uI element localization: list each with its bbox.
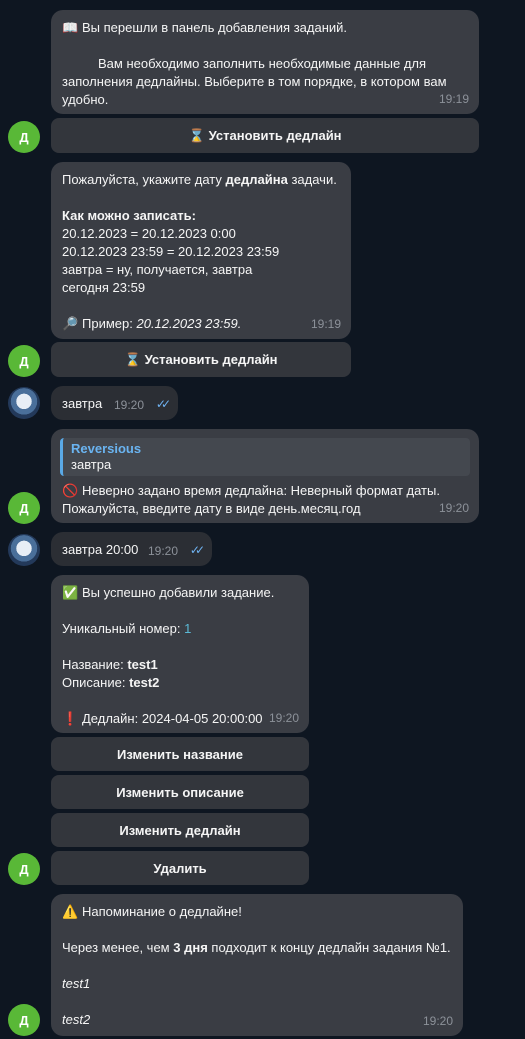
message-line: Пожалуйста, введите дату в виде день.мес… <box>62 501 361 516</box>
task-id-value[interactable]: 1 <box>184 621 191 636</box>
message-line: ⚠️ Напоминание о дедлайне! <box>62 904 242 919</box>
message-line: Через менее, чем 3 дня подходит к концу … <box>62 940 451 955</box>
message-line: Пожалуйста, укажите дату дедлайна задачи… <box>62 172 337 187</box>
message-line: заполнения дедлайны. Выберите в том поря… <box>62 74 447 89</box>
user-avatar[interactable] <box>8 387 40 419</box>
message-heading: Как можно записать: <box>62 208 196 223</box>
message-line: ✅ Вы успешно добавили задание. <box>62 585 275 600</box>
bot-message-error: Reversious завтра 🚫 Неверно задано время … <box>51 429 479 523</box>
message-line: 📖 Вы перешли в панель добавления заданий. <box>62 20 348 35</box>
button-label: Установить дедлайн <box>144 352 278 367</box>
message-line: 20.12.2023 = 20.12.2023 0:00 <box>62 226 236 241</box>
message-line: 🚫 Неверно задано время дедлайна: Неверный… <box>62 483 440 498</box>
message-time: 19:20 <box>268 711 299 725</box>
avatar-letter: Д <box>19 500 29 516</box>
avatar-letter: Д <box>19 1012 29 1028</box>
bot-avatar[interactable]: Д <box>8 121 40 153</box>
bot-message-panel-intro: 📖 Вы перешли в панель добавления заданий.… <box>51 10 479 114</box>
user-avatar[interactable] <box>8 534 40 566</box>
warning-icon: ⚠️ <box>62 904 79 919</box>
hourglass-icon: ⌛ <box>188 127 205 143</box>
delete-button[interactable]: Удалить <box>51 851 309 885</box>
message-time: 19:20 <box>422 1014 453 1028</box>
reply-quote[interactable]: Reversious завтра <box>60 438 470 476</box>
message-line: Вам необходимо заполнить необходимые дан… <box>98 56 427 71</box>
task-id-line: Уникальный номер: 1 <box>62 621 192 636</box>
avatar-letter: Д <box>19 861 29 877</box>
message-time: 19:20 <box>438 501 469 515</box>
double-check-icon: ✓✓ <box>155 397 171 411</box>
hourglass-icon: ⌛ <box>124 351 141 367</box>
user-message: завтра 20:00 19:20 ✓✓ <box>51 532 212 566</box>
bot-message-deadline-format: Пожалуйста, укажите дату дедлайна задачи… <box>51 162 351 339</box>
edit-description-button[interactable]: Изменить описание <box>51 775 309 809</box>
user-message: завтра 19:20 ✓✓ <box>51 386 178 420</box>
message-line: сегодня 23:59 <box>62 280 146 295</box>
message-line: удобно. <box>62 92 109 107</box>
edit-name-button[interactable]: Изменить название <box>51 737 309 771</box>
bot-avatar[interactable]: Д <box>8 345 40 377</box>
avatar-letter: Д <box>19 353 29 369</box>
example-line: 🔎 Пример: 20.12.2023 23:59. <box>62 316 242 331</box>
double-check-icon: ✓✓ <box>189 543 205 557</box>
message-time: 19:19 <box>438 92 469 106</box>
message-line: завтра = ну, получается, завтра <box>62 262 253 277</box>
button-label: Установить дедлайн <box>208 128 342 143</box>
message-text: завтра 20:00 <box>62 542 139 557</box>
bot-avatar[interactable]: Д <box>8 1004 40 1036</box>
message-line: 20.12.2023 23:59 = 20.12.2023 23:59 <box>62 244 280 259</box>
bot-message-reminder: ⚠️ Напоминание о дедлайне! Через менее, ч… <box>51 894 463 1036</box>
reply-text: завтра <box>71 457 112 472</box>
magnifier-icon: 🔎 <box>62 316 79 331</box>
set-deadline-button[interactable]: ⌛ Установить дедлайн <box>51 118 479 153</box>
bot-avatar[interactable]: Д <box>8 853 40 885</box>
check-mark-icon: ✅ <box>62 585 79 600</box>
task-desc-line: Описание: test2 <box>62 675 160 690</box>
avatar-letter: Д <box>19 129 29 145</box>
bot-message-task-added: ✅ Вы успешно добавили задание. Уникальный… <box>51 575 309 733</box>
book-icon: 📖 <box>62 20 79 35</box>
prohibited-icon: 🚫 <box>62 483 79 498</box>
bot-avatar[interactable]: Д <box>8 492 40 524</box>
message-line: test2 <box>62 1012 91 1027</box>
edit-deadline-button[interactable]: Изменить дедлайн <box>51 813 309 847</box>
message-time: 19:20 <box>147 544 178 558</box>
message-time: 19:20 <box>113 398 144 412</box>
message-time: 19:19 <box>310 317 341 331</box>
exclamation-icon: ❗ <box>62 711 79 726</box>
task-deadline-line: ❗ Дедлайн: 2024-04-05 20:00:00 <box>62 711 263 726</box>
reply-author: Reversious <box>71 441 142 456</box>
task-name-line: Название: test1 <box>62 657 158 672</box>
set-deadline-button[interactable]: ⌛ Установить дедлайн <box>51 342 351 377</box>
message-line: test1 <box>62 976 91 991</box>
